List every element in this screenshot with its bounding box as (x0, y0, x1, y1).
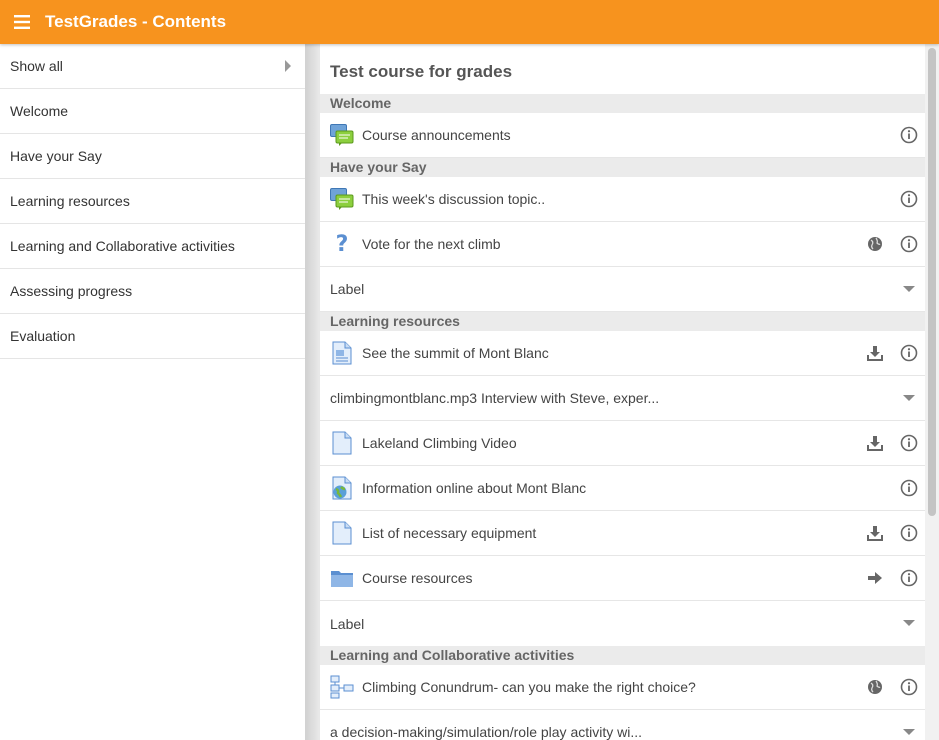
course-contents: Test course for grades Welcome Course an… (320, 44, 930, 740)
activity-label: This week's discussion topic.. (362, 191, 546, 207)
svg-text:?: ? (336, 232, 349, 256)
label-row[interactable]: a decision-making/simulation/role play a… (320, 710, 930, 740)
sidebar-item-label: Welcome (10, 103, 69, 119)
sidebar-shadow (305, 44, 319, 740)
download-icon[interactable] (865, 343, 885, 363)
sidebar-item-label: Show all (10, 58, 63, 74)
sidebar-item-show-all[interactable]: Show all (0, 44, 305, 89)
sidebar-item-label: Have your Say (10, 148, 102, 164)
globe-icon[interactable] (865, 234, 885, 254)
info-icon[interactable] (899, 234, 919, 254)
activity-row-discussion-topic[interactable]: This week's discussion topic.. (320, 177, 930, 222)
hamburger-menu-button[interactable] (0, 0, 44, 44)
question-icon: ? (330, 232, 354, 256)
activity-label: a decision-making/simulation/role play a… (330, 724, 643, 740)
folder-icon (330, 566, 354, 590)
course-title: Test course for grades (330, 62, 513, 81)
globe-icon[interactable] (865, 677, 885, 697)
sidebar-item-label: Learning and Collaborative activities (10, 238, 235, 254)
file-icon (330, 521, 354, 545)
info-icon[interactable] (899, 433, 919, 453)
hamburger-icon (14, 15, 30, 29)
section-header-learning-resources: Learning resources (320, 312, 930, 331)
activity-label: Vote for the next climb (362, 236, 501, 252)
label-row[interactable]: Label (320, 601, 930, 646)
file-icon (330, 431, 354, 455)
sidebar-item-learning-resources[interactable]: Learning resources (0, 179, 305, 224)
info-icon[interactable] (899, 189, 919, 209)
info-icon[interactable] (899, 677, 919, 697)
sidebar-item-evaluation[interactable]: Evaluation (0, 314, 305, 359)
scrollbar[interactable] (925, 44, 939, 740)
activity-label: Lakeland Climbing Video (362, 435, 517, 451)
sidebar-item-label: Assessing progress (10, 283, 133, 299)
arrow-right-icon[interactable] (865, 568, 885, 588)
sidebar-item-have-your-say[interactable]: Have your Say (0, 134, 305, 179)
page-icon (330, 341, 354, 365)
expand-icon[interactable] (899, 613, 919, 633)
sidebar-item-label: Evaluation (10, 328, 76, 344)
activity-row-equipment-list[interactable]: List of necessary equipment (320, 511, 930, 556)
label-row[interactable]: climbingmontblanc.mp3 Interview with Ste… (320, 376, 930, 421)
forum-icon (330, 187, 354, 211)
activity-label: Label (330, 615, 365, 632)
activity-label: Information online about Mont Blanc (362, 480, 587, 496)
info-icon[interactable] (899, 343, 919, 363)
chevron-right-icon (285, 60, 291, 72)
activity-label: Label (330, 281, 365, 297)
activity-row-course-announcements[interactable]: Course announcements (320, 113, 930, 158)
section-header-have-your-say: Have your Say (320, 158, 930, 177)
download-icon[interactable] (865, 523, 885, 543)
sidebar-item-label: Learning resources (10, 193, 130, 209)
info-icon[interactable] (899, 523, 919, 543)
activity-row-lakeland-video[interactable]: Lakeland Climbing Video (320, 421, 930, 466)
activity-row-info-online[interactable]: Information online about Mont Blanc (320, 466, 930, 511)
activity-row-vote-next-climb[interactable]: ? Vote for the next climb (320, 222, 930, 267)
app-header: TestGrades - Contents (0, 0, 939, 44)
app-title: TestGrades - Contents (45, 12, 227, 31)
activity-row-summit-mont-blanc[interactable]: See the summit of Mont Blanc (320, 331, 930, 376)
section-header-welcome: Welcome (320, 94, 930, 113)
activity-row-course-resources[interactable]: Course resources (320, 556, 930, 601)
activity-label: climbingmontblanc.mp3 Interview with Ste… (330, 390, 660, 406)
url-icon (330, 476, 354, 500)
sidebar-item-learning-collaborative[interactable]: Learning and Collaborative activities (0, 224, 305, 269)
info-icon[interactable] (899, 125, 919, 145)
info-icon[interactable] (899, 568, 919, 588)
activity-label: Course resources (362, 570, 473, 586)
lesson-icon (330, 675, 354, 699)
activity-label: Course announcements (362, 127, 511, 143)
label-row[interactable]: Label (320, 267, 930, 312)
scrollbar-thumb[interactable] (928, 48, 936, 516)
activity-row-climbing-conundrum[interactable]: Climbing Conundrum- can you make the rig… (320, 665, 930, 710)
download-icon[interactable] (865, 433, 885, 453)
activity-label: See the summit of Mont Blanc (362, 345, 549, 361)
sidebar-item-assessing-progress[interactable]: Assessing progress (0, 269, 305, 314)
activity-label: Climbing Conundrum- can you make the rig… (362, 679, 696, 695)
forum-icon (330, 123, 354, 147)
expand-icon[interactable] (899, 279, 919, 299)
main-panel: Test course for grades Welcome Course an… (305, 44, 939, 740)
sidebar-item-welcome[interactable]: Welcome (0, 89, 305, 134)
sidebar: Show all Welcome Have your Say Learning … (0, 44, 305, 740)
expand-icon[interactable] (899, 722, 919, 740)
section-header-learning-collaborative: Learning and Collaborative activities (320, 646, 930, 665)
activity-label: List of necessary equipment (362, 525, 537, 541)
expand-icon[interactable] (899, 388, 919, 408)
info-icon[interactable] (899, 478, 919, 498)
